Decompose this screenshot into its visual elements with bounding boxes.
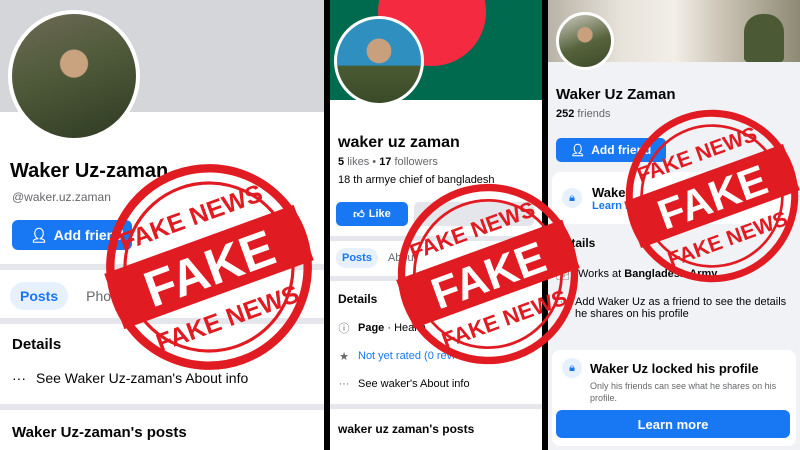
- divider: [330, 276, 542, 281]
- page-bio: 18 th armye chief of bangladesh: [338, 174, 495, 186]
- profile-screenshot-3: Waker Uz Zaman 252 friends 👤︎ Add friend…: [548, 0, 800, 450]
- page-category-row: ⓘ Page · Health: [338, 322, 426, 335]
- works-at-row: 💼︎ Works at Bangladesh Army: [556, 268, 717, 281]
- profile-avatar[interactable]: [556, 12, 614, 70]
- tab-posts[interactable]: Posts: [336, 248, 378, 268]
- followers-count: 17: [379, 156, 392, 168]
- posts-heading: waker uz zaman's posts: [338, 422, 475, 436]
- divider: [0, 264, 324, 270]
- like-button[interactable]: 👍︎ Like: [336, 202, 408, 226]
- tab-posts[interactable]: Posts: [10, 282, 69, 310]
- profile-screenshot-2: waker uz zaman 5 likes • 17 followers 18…: [330, 0, 542, 450]
- add-friend-button[interactable]: 👤︎ Add friend: [12, 220, 132, 250]
- locked-description: Only his friends can see what he shares …: [590, 381, 777, 403]
- friends-count: 252: [556, 108, 575, 120]
- rating-row[interactable]: ★ Not yet rated (0 revi: [338, 350, 455, 363]
- about-info-label: See Waker Uz-zaman's About info: [36, 370, 249, 386]
- profile-avatar[interactable]: [8, 10, 140, 142]
- locked-title: Waker Uz locked his profile: [590, 360, 759, 376]
- details-heading: Details: [338, 292, 378, 306]
- tab-photos[interactable]: Photo: [76, 282, 133, 310]
- rating-link[interactable]: Not yet rated (0 revi: [358, 350, 455, 362]
- like-label: Like: [368, 208, 391, 220]
- profile-name: Waker Uz-zaman: [10, 160, 169, 182]
- locked-title: Waker: [592, 184, 631, 200]
- posts-heading: Waker Uz-zaman's posts: [12, 424, 187, 441]
- learn-more-button[interactable]: Learn more: [556, 410, 790, 438]
- add-info-row: ··· Add Waker Uz as a friend to see the …: [556, 296, 792, 320]
- about-info-link[interactable]: ··· See waker's About info: [338, 378, 470, 390]
- learn-more-link[interactable]: Learn m: [592, 200, 635, 212]
- lock-shield-icon: 🔒︎: [562, 188, 582, 208]
- page-stats: 5 likes • 17 followers: [338, 156, 438, 168]
- details-heading: Details: [12, 336, 62, 353]
- divider: [0, 318, 324, 324]
- add-info-text: Add Waker Uz as a friend to see the deta…: [575, 296, 787, 320]
- profile-name: Waker Uz Zaman: [556, 86, 676, 103]
- page-category: · Health: [387, 322, 426, 334]
- profile-handle: @waker.uz.zaman: [12, 190, 111, 204]
- add-friend-label: Add friend: [53, 227, 124, 243]
- profile-tabs: Posts Photo: [10, 282, 133, 310]
- divider: [330, 404, 542, 409]
- page-name: waker uz zaman: [338, 134, 460, 151]
- about-info-link[interactable]: ··· See Waker Uz-zaman's About info: [12, 370, 248, 386]
- profile-screenshot-1: Waker Uz-zaman @waker.uz.zaman 👤︎ Add fr…: [0, 0, 324, 450]
- add-friend-icon: 👤︎: [30, 226, 48, 243]
- ellipsis-icon: ···: [556, 296, 567, 308]
- secondary-button[interactable]: [414, 202, 534, 226]
- add-friend-icon: 👤︎: [570, 143, 586, 157]
- star-icon: ★: [339, 350, 349, 363]
- ellipsis-icon: ···: [12, 370, 26, 386]
- briefcase-icon: 💼︎: [556, 269, 570, 281]
- divider: [330, 236, 542, 241]
- divider: [0, 404, 324, 410]
- lock-shield-icon: 🔒︎: [562, 358, 582, 378]
- ellipsis-icon: ···: [338, 378, 350, 390]
- likes-label: likes: [347, 156, 370, 168]
- locked-profile-card-top: 🔒︎ Waker Learn m: [552, 172, 796, 224]
- works-at-prefix: Works at: [578, 268, 622, 280]
- add-friend-button[interactable]: 👤︎ Add friend: [556, 138, 666, 162]
- page-tabs: Posts About: [336, 248, 423, 268]
- like-icon: 👍︎: [353, 208, 365, 221]
- profile-avatar[interactable]: [334, 16, 424, 106]
- tab-about[interactable]: About: [382, 248, 423, 268]
- cover-figure: [744, 14, 784, 62]
- add-friend-label: Add friend: [591, 143, 652, 157]
- about-info-label: See waker's About info: [358, 378, 470, 390]
- info-icon: ⓘ: [338, 323, 350, 335]
- details-heading: Details: [556, 236, 596, 250]
- works-at-org[interactable]: Bangladesh Army: [624, 268, 717, 280]
- followers-label: followers: [394, 156, 438, 168]
- friends-count-row: 252 friends: [556, 108, 610, 120]
- friends-label: friends: [577, 108, 611, 120]
- page-label: Page: [358, 322, 385, 334]
- likes-count: 5: [338, 156, 345, 168]
